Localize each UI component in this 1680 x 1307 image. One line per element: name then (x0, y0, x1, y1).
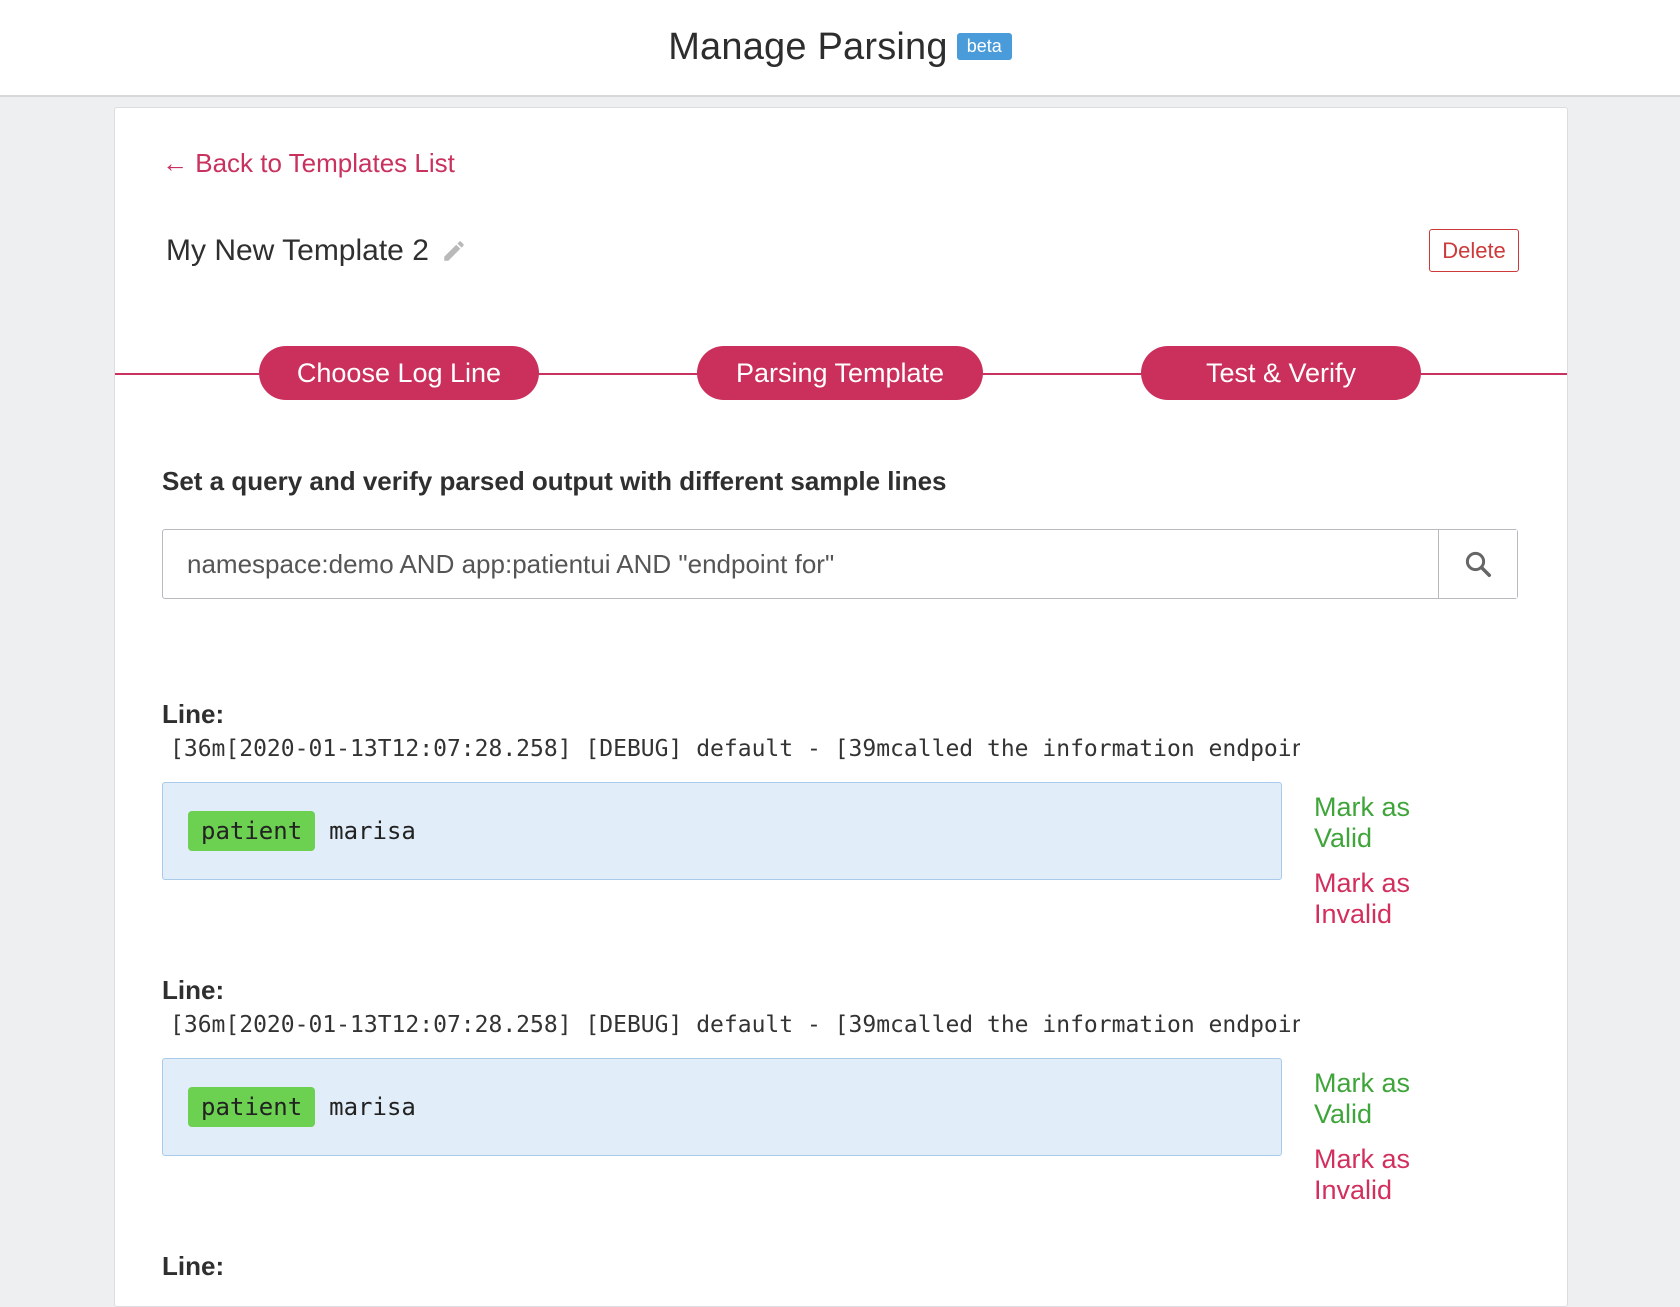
field-name-tag: patient (188, 811, 316, 851)
query-search-box (162, 529, 1518, 599)
sample-line-2: Line: [36m[2020-01-13T12:07:28.258] [DEB… (162, 975, 1462, 1205)
back-to-templates-link[interactable]: ← Back to Templates List (162, 148, 455, 179)
line-actions: Mark as Valid Mark as Invalid (1314, 792, 1462, 930)
top-bar: Manage Parsing beta (0, 0, 1680, 97)
sample-line-3: Line: (162, 1251, 1462, 1282)
line-actions: Mark as Valid Mark as Invalid (1314, 1068, 1462, 1206)
page-title: Manage Parsing (668, 26, 948, 68)
delete-button[interactable]: Delete (1429, 229, 1519, 272)
step-test-verify[interactable]: Test & Verify (1141, 346, 1421, 400)
mark-valid-link[interactable]: Mark as Valid (1314, 792, 1462, 854)
mark-invalid-link[interactable]: Mark as Invalid (1314, 1144, 1462, 1206)
instruction-heading: Set a query and verify parsed output wit… (162, 466, 947, 496)
line-label: Line: (162, 699, 225, 729)
query-input[interactable] (163, 530, 1438, 598)
search-icon (1465, 551, 1491, 577)
search-button[interactable] (1438, 530, 1517, 598)
log-line-text: [36m[2020-01-13T12:07:28.258] [DEBUG] de… (170, 1012, 1300, 1038)
step-parsing-template[interactable]: Parsing Template (697, 346, 983, 400)
template-name-row: My New Template 2 (166, 234, 467, 268)
field-value: marisa (329, 1093, 416, 1121)
mark-invalid-link[interactable]: Mark as Invalid (1314, 868, 1462, 930)
step-choose-log-line[interactable]: Choose Log Line (259, 346, 539, 400)
pencil-icon[interactable] (441, 238, 467, 264)
parsed-output-box: patient marisa (162, 1058, 1282, 1156)
line-label: Line: (162, 1251, 225, 1281)
beta-badge: beta (956, 33, 1012, 60)
line-label: Line: (162, 975, 225, 1005)
step-progress: Choose Log Line Parsing Template Test & … (115, 346, 1567, 402)
main-card: ← Back to Templates List My New Template… (114, 107, 1568, 1307)
field-value: marisa (329, 817, 416, 845)
field-name-tag: patient (188, 1087, 316, 1127)
template-name: My New Template 2 (166, 234, 429, 267)
mark-valid-link[interactable]: Mark as Valid (1314, 1068, 1462, 1130)
parsed-output-box: patient marisa (162, 782, 1282, 880)
sample-line-1: Line: [36m[2020-01-13T12:07:28.258] [DEB… (162, 699, 1462, 929)
log-line-text: [36m[2020-01-13T12:07:28.258] [DEBUG] de… (170, 736, 1300, 762)
